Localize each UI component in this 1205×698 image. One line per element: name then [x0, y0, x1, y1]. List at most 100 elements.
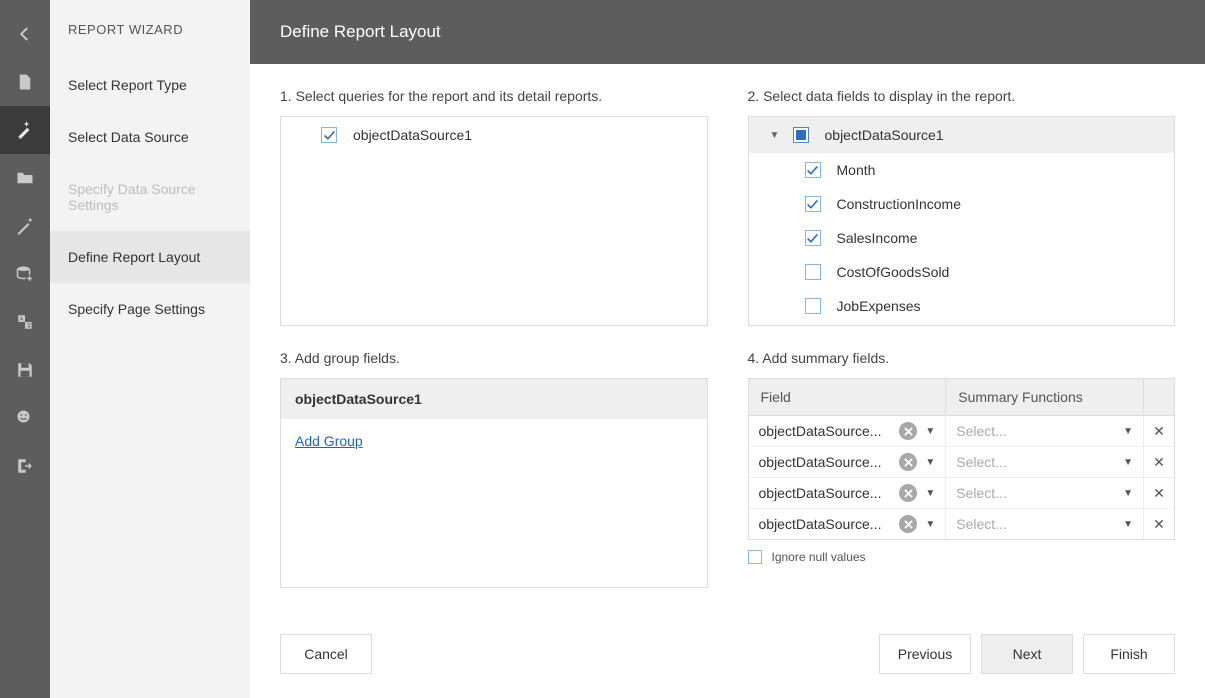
- x-icon: [904, 458, 913, 467]
- check-icon: [806, 232, 819, 245]
- x-icon: ✕: [1153, 516, 1165, 533]
- summary-func-placeholder: Select...: [956, 485, 1115, 501]
- summary-field-value: objectDataSource...: [759, 454, 894, 470]
- col-remove-header: [1144, 379, 1174, 415]
- chevron-down-icon[interactable]: ▼: [1123, 519, 1133, 530]
- field-checkbox[interactable]: [805, 264, 821, 280]
- rail-back[interactable]: [0, 10, 50, 58]
- previous-button[interactable]: Previous: [879, 634, 971, 674]
- document-icon: [16, 73, 34, 91]
- x-icon: ✕: [1153, 454, 1165, 471]
- summary-field-cell[interactable]: objectDataSource... ▼: [749, 478, 947, 508]
- query-checkbox[interactable]: [321, 127, 337, 143]
- summary-func-cell[interactable]: Select... ▼: [946, 447, 1144, 477]
- summary-field-cell[interactable]: objectDataSource... ▼: [749, 509, 947, 539]
- field-row[interactable]: JobExpenses: [749, 289, 1175, 323]
- rail-translate[interactable]: A字: [0, 298, 50, 346]
- summary-func-placeholder: Select...: [956, 454, 1115, 470]
- chevron-down-icon[interactable]: ▼: [1123, 457, 1133, 468]
- x-icon: [904, 427, 913, 436]
- section3-label: 3. Add group fields.: [280, 350, 708, 366]
- clear-field-button[interactable]: [899, 484, 917, 502]
- summary-field-cell[interactable]: objectDataSource... ▼: [749, 416, 947, 446]
- section2-label: 2. Select data fields to display in the …: [748, 88, 1176, 104]
- query-name: objectDataSource1: [353, 127, 472, 143]
- chevron-left-icon: [16, 25, 34, 43]
- summary-field-value: objectDataSource...: [759, 423, 894, 439]
- field-row[interactable]: Month: [749, 153, 1175, 187]
- finish-button[interactable]: Finish: [1083, 634, 1175, 674]
- chevron-down-icon[interactable]: ▼: [925, 519, 935, 530]
- field-row[interactable]: CostOfGoodsSold: [749, 255, 1175, 289]
- add-group-link[interactable]: Add Group: [295, 433, 363, 449]
- field-checkbox[interactable]: [805, 196, 821, 212]
- wizard-step-select-data-source[interactable]: Select Data Source: [50, 111, 250, 163]
- wizard-step-select-report-type[interactable]: Select Report Type: [50, 59, 250, 111]
- folder-icon: [16, 169, 34, 187]
- summary-field-value: objectDataSource...: [759, 516, 894, 532]
- groups-box: objectDataSource1 Add Group: [280, 378, 708, 588]
- summary-remove-cell[interactable]: ✕: [1144, 478, 1174, 508]
- check-icon: [806, 198, 819, 211]
- summary-field-value: objectDataSource...: [759, 485, 894, 501]
- summary-func-cell[interactable]: Select... ▼: [946, 509, 1144, 539]
- section-queries: 1. Select queries for the report and its…: [280, 88, 708, 326]
- rail-document[interactable]: [0, 58, 50, 106]
- icon-rail: A字: [0, 0, 50, 698]
- x-icon: [904, 489, 913, 498]
- chevron-down-icon[interactable]: ▼: [925, 426, 935, 437]
- emoji-icon: [16, 409, 34, 427]
- rail-save[interactable]: [0, 346, 50, 394]
- section-fields: 2. Select data fields to display in the …: [748, 88, 1176, 326]
- ignore-null-label: Ignore null values: [772, 550, 866, 564]
- tree-root[interactable]: ▼ objectDataSource1: [749, 117, 1175, 153]
- save-icon: [16, 361, 34, 379]
- clear-field-button[interactable]: [899, 453, 917, 471]
- field-checkbox[interactable]: [805, 162, 821, 178]
- clear-field-button[interactable]: [899, 422, 917, 440]
- rail-db-add[interactable]: [0, 250, 50, 298]
- summary-remove-cell[interactable]: ✕: [1144, 447, 1174, 477]
- cancel-button[interactable]: Cancel: [280, 634, 372, 674]
- chevron-down-icon[interactable]: ▼: [1123, 488, 1133, 499]
- chevron-down-icon[interactable]: ▼: [925, 488, 935, 499]
- database-add-icon: [16, 265, 34, 283]
- chevron-down-icon[interactable]: ▼: [925, 457, 935, 468]
- ignore-null-checkbox[interactable]: [748, 550, 762, 564]
- summary-func-cell[interactable]: Select... ▼: [946, 416, 1144, 446]
- wizard-step-define-report-layout[interactable]: Define Report Layout: [50, 231, 250, 283]
- tree-root-checkbox[interactable]: [793, 127, 809, 143]
- x-icon: ✕: [1153, 423, 1165, 440]
- rail-wizard[interactable]: [0, 106, 50, 154]
- ignore-null-row[interactable]: Ignore null values: [748, 550, 1176, 564]
- query-row[interactable]: objectDataSource1: [281, 117, 707, 153]
- field-row[interactable]: SalesIncome: [749, 221, 1175, 255]
- rail-wand[interactable]: [0, 202, 50, 250]
- translate-icon: A字: [16, 313, 34, 331]
- rail-exit[interactable]: [0, 442, 50, 490]
- x-icon: ✕: [1153, 485, 1165, 502]
- rail-emoji[interactable]: [0, 394, 50, 442]
- section1-label: 1. Select queries for the report and its…: [280, 88, 708, 104]
- rail-folder[interactable]: [0, 154, 50, 202]
- summary-remove-cell[interactable]: ✕: [1144, 509, 1174, 539]
- summary-row: objectDataSource... ▼ Select... ▼ ✕: [749, 415, 1175, 446]
- check-icon: [323, 129, 336, 142]
- field-label: CostOfGoodsSold: [837, 264, 950, 280]
- chevron-down-icon[interactable]: ▼: [769, 130, 781, 141]
- summary-func-cell[interactable]: Select... ▼: [946, 478, 1144, 508]
- summary-remove-cell[interactable]: ✕: [1144, 416, 1174, 446]
- field-row[interactable]: ConstructionIncome: [749, 187, 1175, 221]
- summary-field-cell[interactable]: objectDataSource... ▼: [749, 447, 947, 477]
- clear-field-button[interactable]: [899, 515, 917, 533]
- field-label: SalesIncome: [837, 230, 918, 246]
- field-label: JobExpenses: [837, 298, 921, 314]
- chevron-down-icon[interactable]: ▼: [1123, 426, 1133, 437]
- field-checkbox[interactable]: [805, 230, 821, 246]
- col-field-header: Field: [749, 379, 947, 415]
- next-button[interactable]: Next: [981, 634, 1073, 674]
- field-checkbox[interactable]: [805, 298, 821, 314]
- col-func-header: Summary Functions: [946, 379, 1144, 415]
- tree-root-label: objectDataSource1: [825, 127, 944, 143]
- wizard-step-specify-page-settings[interactable]: Specify Page Settings: [50, 283, 250, 335]
